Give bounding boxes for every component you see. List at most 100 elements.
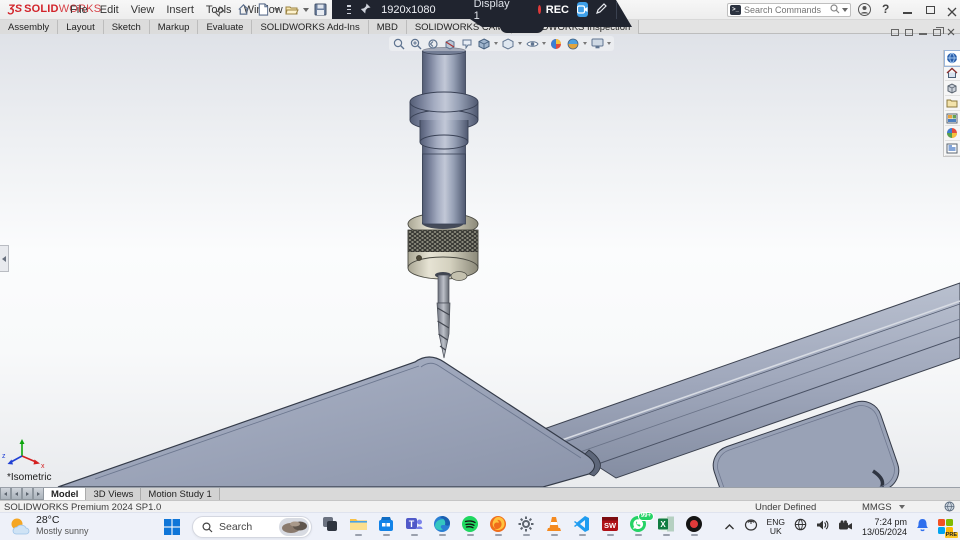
search-commands-input[interactable] [744,5,828,15]
tab-scroll-last[interactable] [33,488,44,500]
view-settings-icon[interactable] [590,37,604,50]
tab-mbd[interactable]: MBD [369,20,407,34]
recorder-handle[interactable] [500,26,544,33]
home-icon[interactable] [236,2,251,17]
vlc[interactable] [544,515,564,536]
graphics-area[interactable]: x z [0,34,960,487]
file-explorer[interactable] [348,515,368,536]
doc-minimize-button[interactable] [919,33,927,35]
menu-view[interactable]: View [131,4,155,16]
task-view[interactable] [320,515,340,536]
3dexperience-icon[interactable] [945,51,960,66]
tab-assembly[interactable]: Assembly [0,20,58,34]
spindle-collar[interactable] [410,92,478,149]
tab-evaluate[interactable]: Evaluate [198,20,252,34]
hide-show-items-icon[interactable] [525,37,539,50]
section-view-icon[interactable] [443,37,457,50]
doc-unpin-button[interactable] [905,29,913,36]
recorder-camera-button[interactable] [577,2,588,17]
model-scene[interactable]: x z [0,34,960,487]
firefox[interactable] [488,515,508,536]
zoom-to-fit-icon[interactable] [392,37,406,50]
tab-scroll-prev[interactable] [11,488,22,500]
camera-device-icon[interactable] [838,518,853,536]
recorder-close-icon[interactable] [616,1,634,19]
open-icon[interactable] [284,2,299,17]
custom-properties-icon[interactable] [945,141,960,156]
minimize-button[interactable] [903,12,912,14]
m365-preview-icon[interactable]: PRE [938,519,954,535]
whatsapp[interactable]: 99+ [628,515,648,536]
mouse-icon[interactable] [744,518,758,536]
start-button[interactable] [164,519,180,540]
new-document-icon[interactable] [255,2,270,17]
tab-scroll-next[interactable] [22,488,33,500]
search-scope-caret[interactable] [842,8,848,12]
tab-sketch[interactable]: Sketch [104,20,150,34]
bell-icon[interactable] [916,518,929,537]
weather-widget[interactable]: 28°C Mostly sunny [8,515,89,537]
tab-solidworks-addins[interactable]: SOLIDWORKS Add-Ins [252,20,368,34]
solidworks[interactable]: SW [600,515,620,536]
feature-tree-collapse-tab[interactable] [0,245,9,272]
maximize-button[interactable] [926,6,935,14]
view-orientation-caret[interactable] [494,42,498,45]
excel[interactable]: X [656,515,676,536]
tab-motion-study[interactable]: Motion Study 1 [141,488,219,500]
search-commands-box[interactable]: >_ [727,3,851,17]
recorder-menu-icon[interactable] [347,5,351,14]
menu-file[interactable]: File [70,4,88,16]
volume-icon[interactable] [816,518,829,536]
tab-scroll-first[interactable] [0,488,11,500]
doc-restore-button[interactable] [933,29,941,36]
spotify[interactable] [460,515,480,536]
tab-3d-views[interactable]: 3D Views [86,488,141,500]
display-style-icon[interactable] [501,37,515,50]
resources-home-icon[interactable] [945,66,960,81]
tab-markup[interactable]: Markup [150,20,199,34]
user-account-icon[interactable] [858,3,871,21]
view-orientation-icon[interactable] [477,37,491,50]
chuck-body[interactable] [408,154,478,281]
apply-scene-icon[interactable] [566,37,580,50]
menu-edit[interactable]: Edit [100,4,119,16]
units-caret[interactable] [899,505,905,509]
save-icon[interactable] [313,2,328,17]
tray-chevron-icon[interactable] [724,518,735,536]
new-document-caret[interactable] [274,8,280,12]
clock[interactable]: 7:24 pm 13/05/2024 [862,517,907,537]
doc-pin-button[interactable] [891,29,899,36]
design-library-icon[interactable] [945,81,960,96]
base-plate[interactable] [58,357,600,487]
apply-scene-caret[interactable] [583,42,587,45]
recorder[interactable] [684,515,704,536]
tab-layout[interactable]: Layout [58,20,104,34]
hide-show-caret[interactable] [542,42,546,45]
teams[interactable]: T [404,515,424,536]
view-settings-caret[interactable] [607,42,611,45]
microsoft-store[interactable] [376,515,396,536]
open-caret[interactable] [303,8,309,12]
language-indicator[interactable]: ENG UK [767,518,785,536]
drill-bit[interactable] [437,275,450,358]
tab-model[interactable]: Model [44,488,86,500]
menu-insert[interactable]: Insert [166,4,194,16]
previous-view-icon[interactable] [426,37,440,50]
doc-close-button[interactable] [947,23,955,41]
search-icon[interactable] [830,1,840,19]
recorder-pencil-icon[interactable] [596,1,607,19]
file-explorer-icon[interactable] [945,96,960,111]
help-icon[interactable]: ? [882,2,889,16]
network-icon[interactable] [794,518,807,536]
annotation-views-icon[interactable] [460,37,474,50]
view-palette-icon[interactable] [945,111,960,126]
edit-appearance-icon[interactable] [549,37,563,50]
edge[interactable] [432,515,452,536]
recorder-pin-icon[interactable] [360,1,371,19]
search-highlight-image[interactable] [279,518,309,536]
taskbar-search[interactable]: Search [192,516,312,538]
zoom-to-area-icon[interactable] [409,37,423,50]
vscode[interactable] [572,515,592,536]
display-style-caret[interactable] [518,42,522,45]
settings[interactable] [516,515,536,536]
